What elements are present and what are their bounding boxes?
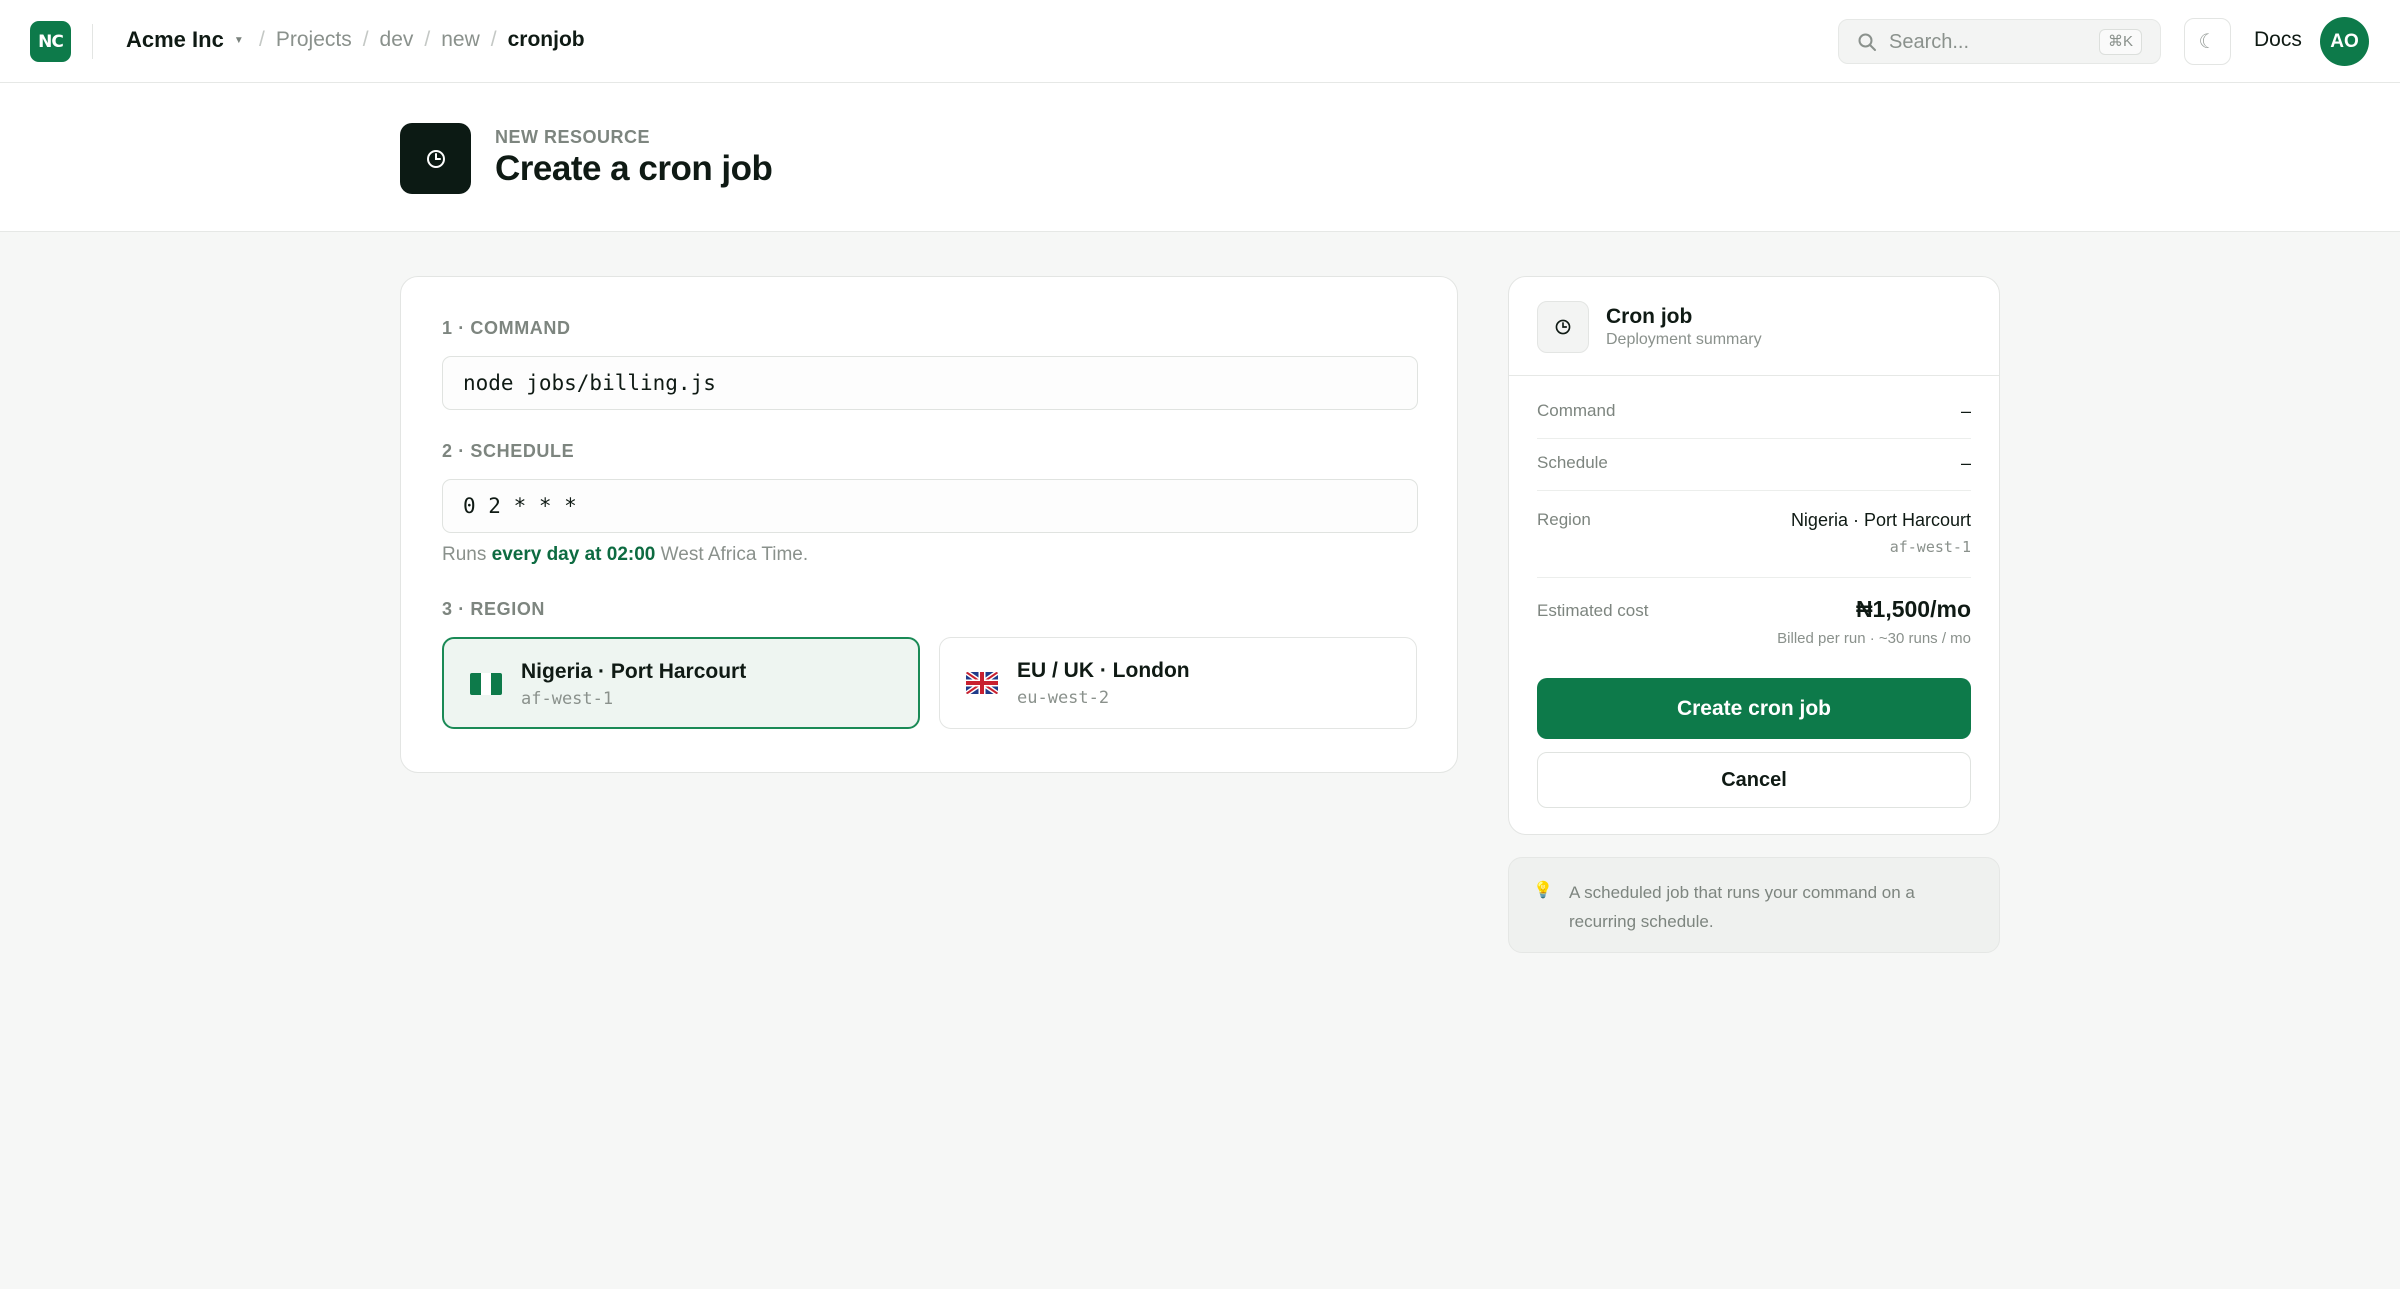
breadcrumb-new[interactable]: new	[441, 28, 480, 52]
create-cron-job-button[interactable]: Create cron job	[1537, 678, 1971, 739]
top-bar: NC Acme Inc ▼ / Projects / dev / new / c…	[0, 0, 2400, 83]
info-tip: 💡 A scheduled job that runs your command…	[1508, 857, 2000, 953]
deployment-summary-card: Cron job Deployment summary Command – Sc…	[1508, 276, 2000, 835]
cost-value: ₦1,500/mo	[1855, 596, 1971, 622]
command-field[interactable]	[442, 356, 1418, 410]
schedule-input[interactable]	[443, 480, 1417, 532]
summary-header: Cron job Deployment summary	[1509, 277, 1999, 376]
cron-form-card: 1 · COMMAND 2 · SCHEDULE Runs every day …	[400, 276, 1458, 773]
search-placeholder: Search...	[1889, 31, 1970, 53]
schedule-section-label: 2 · SCHEDULE	[442, 441, 575, 461]
row-label: Region	[1537, 510, 1591, 529]
clock-icon	[1537, 301, 1589, 353]
region-code: eu-west-2	[1017, 688, 1110, 708]
row-label: Schedule	[1537, 453, 1608, 472]
row-value: –	[1960, 453, 1971, 473]
schedule-field[interactable]	[442, 479, 1418, 533]
region-name: EU / UK · London	[1017, 659, 1190, 682]
breadcrumb: / Projects / dev / new / cronjob	[248, 28, 585, 52]
hint-emphasis: every day at 02:00	[491, 544, 656, 565]
page-header: NEW RESOURCE Create a cron job	[0, 83, 2400, 232]
hint-prefix: Runs	[442, 544, 487, 565]
breadcrumb-separator: /	[424, 28, 431, 51]
cancel-button[interactable]: Cancel	[1537, 752, 1971, 808]
divider	[92, 24, 93, 59]
clock-icon	[400, 123, 471, 194]
cost-note: Billed per run · ~30 runs / mo	[1777, 630, 1971, 647]
summary-title: Cron job	[1606, 305, 1693, 328]
region-name: Nigeria · Port Harcourt	[521, 660, 747, 683]
breadcrumb-separator: /	[362, 28, 369, 51]
app-logo[interactable]: NC	[30, 21, 71, 62]
region-section-label: 3 · REGION	[442, 599, 546, 619]
divider	[1537, 490, 1971, 491]
avatar[interactable]: AO	[2320, 17, 2369, 66]
lightbulb-icon: 💡	[1533, 882, 1553, 899]
row-label: Estimated cost	[1537, 601, 1649, 620]
region-option-london[interactable]: EU / UK · London eu-west-2	[939, 637, 1417, 729]
search-input[interactable]: Search... ⌘K	[1838, 19, 2161, 64]
command-input[interactable]	[443, 357, 1417, 409]
breadcrumb-current: cronjob	[507, 28, 585, 51]
breadcrumb-separator: /	[490, 28, 497, 51]
search-icon	[1858, 33, 1876, 51]
docs-link[interactable]: Docs	[2254, 28, 2302, 52]
chevron-down-icon: ▼	[233, 34, 244, 46]
divider	[1537, 577, 1971, 578]
row-value: Nigeria · Port Harcourt	[1790, 510, 1971, 530]
page-title: Create a cron job	[495, 149, 773, 188]
schedule-hint: Runs every day at 02:00 West Africa Time…	[442, 544, 808, 566]
region-option-nigeria[interactable]: Nigeria · Port Harcourt af-west-1	[442, 637, 920, 729]
breadcrumb-dev[interactable]: dev	[380, 28, 414, 52]
nigeria-flag-icon	[470, 673, 502, 695]
theme-toggle-button[interactable]: ☾	[2184, 18, 2231, 65]
search-shortcut-badge: ⌘K	[2098, 29, 2142, 55]
summary-subtitle: Deployment summary	[1606, 331, 1762, 348]
hint-suffix: West Africa Time.	[660, 544, 809, 565]
tip-text: A scheduled job that runs your command o…	[1569, 883, 1915, 931]
org-name: Acme Inc	[126, 27, 224, 52]
uk-flag-icon	[966, 672, 998, 694]
org-switcher[interactable]: Acme Inc ▼	[126, 27, 244, 53]
row-region-code: af-west-1	[1889, 538, 1971, 556]
command-section-label: 1 · COMMAND	[442, 318, 571, 338]
region-code: af-west-1	[521, 689, 614, 709]
moon-icon: ☾	[2198, 31, 2217, 53]
row-value: –	[1960, 401, 1971, 421]
breadcrumb-projects[interactable]: Projects	[276, 28, 352, 52]
row-label: Command	[1537, 401, 1616, 420]
divider	[1537, 438, 1971, 439]
page-eyebrow: NEW RESOURCE	[495, 127, 651, 147]
breadcrumb-separator: /	[259, 28, 265, 51]
